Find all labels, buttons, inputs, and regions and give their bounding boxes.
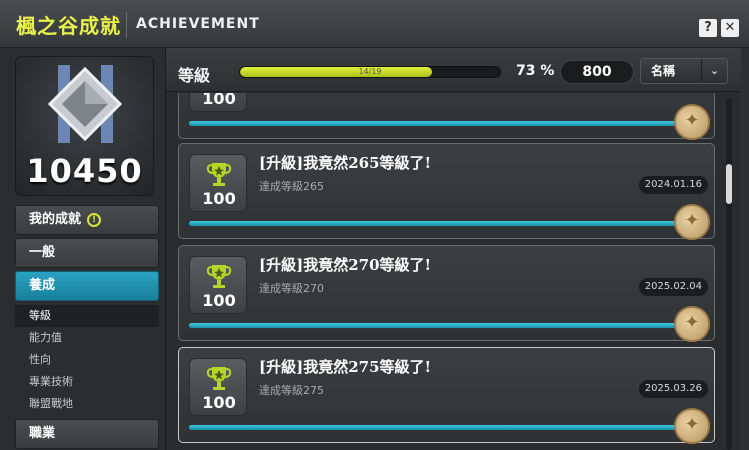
trophy-icon [206, 367, 232, 390]
completed-seal-icon: ✦ [674, 204, 710, 240]
category-title: 等級 [178, 66, 211, 85]
list-scrollbar[interactable] [726, 98, 732, 450]
progress-percent: 73 % [516, 63, 555, 79]
sub-item-professions[interactable]: 專業技術 [15, 371, 159, 393]
category-points: 800 [560, 60, 634, 84]
menu-growth-label: 養成 [29, 278, 56, 293]
achievement-description: 達成等級275 [259, 384, 324, 397]
achievement-progress-bar [189, 323, 679, 328]
achievement-score: 10450 [26, 152, 143, 190]
completion-date: 2024.01.16 [638, 176, 708, 194]
progress-count: 14/19 [358, 67, 382, 76]
main-panel: 等級 14/19 73 % 800 名稱 ⌄ 100 ✦ 100 [升級]我竟然… [165, 48, 741, 450]
achievement-description: 達成等級265 [259, 180, 324, 193]
app-title: 楓之谷成就 [16, 14, 121, 38]
title-divider [126, 12, 127, 38]
app-subtitle: ACHIEVEMENT [136, 16, 260, 32]
sort-selected-value: 名稱 [651, 64, 676, 78]
achievement-list: 100 ✦ 100 [升級]我竟然265等級了! 達成等級265 2024.01… [166, 93, 724, 450]
menu-general-label: 一般 [29, 245, 56, 260]
category-header: 等級 14/19 73 % 800 名稱 ⌄ [166, 48, 741, 92]
chevron-down-icon[interactable]: ⌄ [701, 59, 727, 83]
category-progress-bar: 14/19 [239, 66, 501, 78]
achievement-card[interactable]: 100 [升級]我竟然275等級了! 達成等級275 2025.03.26 ✦ [178, 347, 715, 444]
completed-seal-icon: ✦ [674, 408, 710, 444]
trophy-badge: 100 [189, 358, 247, 416]
trophy-icon [206, 163, 232, 186]
achievement-card[interactable]: 100 ✦ [178, 93, 715, 140]
sub-item-traits[interactable]: 性向 [15, 349, 159, 371]
help-button[interactable]: ? [699, 19, 717, 37]
info-icon: ! [87, 212, 102, 227]
close-button[interactable]: ✕ [721, 19, 739, 37]
achievement-progress-bar [189, 425, 679, 430]
achievement-title: [升級]我竟然265等級了! [259, 154, 432, 172]
sub-item-stats[interactable]: 能力值 [15, 327, 159, 349]
sidebar: 10450 我的成就! 一般 養成 等級 能力值 性向 專業技術 聯盟戰地 職業 [0, 48, 165, 450]
achievement-points: 100 [202, 291, 236, 310]
achievement-points: 100 [202, 393, 236, 412]
achievement-title: [升級]我竟然275等級了! [259, 358, 432, 376]
completion-date: 2025.02.04 [638, 278, 708, 296]
achievement-points: 100 [202, 189, 236, 208]
achievement-title: [升級]我竟然270等級了! [259, 256, 432, 274]
achievement-points: 100 [202, 93, 236, 108]
menu-job[interactable]: 職業 [15, 419, 159, 449]
completed-seal-icon: ✦ [674, 104, 710, 140]
achievement-card[interactable]: 100 [升級]我竟然270等級了! 達成等級270 2025.02.04 ✦ [178, 245, 715, 342]
completion-date: 2025.03.26 [638, 380, 708, 398]
trophy-badge: 100 [189, 93, 247, 112]
sub-item-level[interactable]: 等級 [15, 305, 159, 327]
menu-job-label: 職業 [29, 426, 56, 441]
diamond-emblem-icon [47, 65, 123, 143]
trophy-badge: 100 [189, 154, 247, 212]
menu-growth[interactable]: 養成 [15, 271, 159, 301]
menu-general[interactable]: 一般 [15, 238, 159, 268]
sort-dropdown[interactable]: 名稱 ⌄ [640, 58, 728, 84]
trophy-icon [206, 265, 232, 288]
title-bar: 楓之谷成就 ACHIEVEMENT ? ✕ [0, 0, 749, 48]
trophy-badge: 100 [189, 256, 247, 314]
achievement-progress-bar [189, 121, 679, 126]
menu-my-achievements[interactable]: 我的成就! [15, 205, 159, 235]
sub-item-legion[interactable]: 聯盟戰地 [15, 393, 159, 415]
achievement-card[interactable]: 100 [升級]我竟然265等級了! 達成等級265 2024.01.16 ✦ [178, 143, 715, 240]
achievement-progress-bar [189, 221, 679, 226]
menu-my-achievements-label: 我的成就 [29, 212, 82, 227]
scrollbar-thumb[interactable] [726, 164, 732, 204]
achievement-description: 達成等級270 [259, 282, 324, 295]
completed-seal-icon: ✦ [674, 306, 710, 342]
